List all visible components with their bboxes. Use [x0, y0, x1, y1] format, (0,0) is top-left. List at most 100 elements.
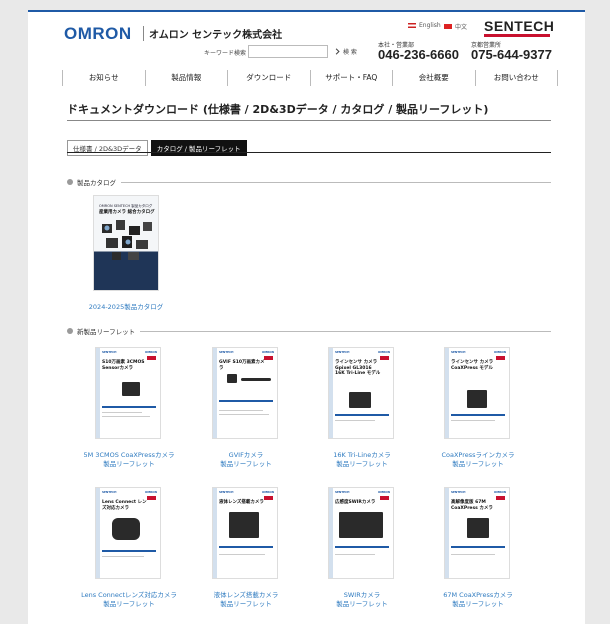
- leaflet-caption-sub[interactable]: 製品リーフレット: [65, 600, 193, 609]
- leaflet-caption[interactable]: 67M CoaXPressカメラ: [414, 591, 542, 600]
- section-bullet-icon: [67, 328, 73, 334]
- leaflet-brand-mark: SENTECH: [451, 350, 466, 354]
- leaflet-text-line: [451, 420, 495, 421]
- leaflet-caption-sub[interactable]: 製品リーフレット: [414, 460, 542, 469]
- nav-contact[interactable]: お問い合わせ: [474, 70, 558, 86]
- nav-support[interactable]: サポート・FAQ: [309, 70, 393, 86]
- leaflet-brand-mark: OMRON: [377, 350, 390, 354]
- leaflet-band: [335, 546, 389, 548]
- leaflet-heading: 液体レンズ搭載カメラ: [219, 500, 264, 505]
- leaflet-brand-mark: OMRON: [493, 490, 506, 494]
- leaflet-text-line: [451, 554, 495, 555]
- camera-image: [467, 390, 487, 408]
- lang-chinese-link[interactable]: 中文: [444, 22, 467, 31]
- nav-news[interactable]: お知らせ: [62, 70, 145, 86]
- leaflet-brand-mark: SENTECH: [219, 490, 234, 494]
- leaflet-caption[interactable]: GVIFカメラ: [182, 451, 310, 460]
- leaflet-side-band: [445, 348, 449, 438]
- leaflet-text-line: [219, 554, 265, 555]
- nav-products[interactable]: 製品情報: [144, 70, 228, 86]
- leaflet-thumbnail[interactable]: SENTECH OMRON GVIF S10万画素カメラ: [212, 347, 278, 439]
- leaflet-caption-sub[interactable]: 製品リーフレット: [182, 600, 310, 609]
- leaflet-thumbnail[interactable]: SENTECH OMRON 液体レンズ搭載カメラ: [212, 487, 278, 579]
- leaflet-heading: 広感度SWIRカメラ: [335, 500, 376, 505]
- lang-chinese-label: 中文: [455, 24, 468, 31]
- office1-tel: 046-236-6660: [378, 47, 459, 62]
- leaflet-section-header: 新製品リーフレット: [67, 326, 551, 336]
- catalog-section-header: 製品カタログ: [67, 177, 551, 187]
- leaflet-thumbnail[interactable]: SENTECH OMRON ラインセンサ カメラ CoaXPress モデル: [444, 347, 510, 439]
- leaflet-brand-mark: OMRON: [144, 350, 157, 354]
- camera-collage-image: [102, 220, 152, 260]
- search-input[interactable]: [248, 45, 328, 58]
- leaflet-heading: Lens Connect レンズ対応カメラ: [102, 500, 147, 511]
- tab-spec-data[interactable]: 仕様書 / 2D&3Dデータ: [67, 140, 148, 156]
- leaflet-brand-mark: SENTECH: [219, 350, 234, 354]
- china-flag-icon: [444, 24, 452, 29]
- leaflet-text-line: [335, 420, 375, 421]
- lang-english-link[interactable]: English: [408, 22, 441, 29]
- leaflet-text-line: [219, 410, 263, 411]
- leaflet-side-band: [329, 348, 333, 438]
- leaflet-band: [451, 414, 505, 416]
- catalog-cover: OMRON SENTECH 製品カタログ 産業用カメラ 総合カタログ: [94, 196, 158, 290]
- leaflet-caption-sub[interactable]: 製品リーフレット: [414, 600, 542, 609]
- leaflet-brand-mark: OMRON: [261, 490, 274, 494]
- office2-tel: 075-644-9377: [471, 47, 552, 62]
- leaflet-thumbnail[interactable]: SENTECH OMRON ラインセンサ カメラ Gpixel GL3016 1…: [328, 347, 394, 439]
- leaflet-brand-mark: OMRON: [493, 350, 506, 354]
- section-bullet-icon: [67, 179, 73, 185]
- leaflet-thumbnail[interactable]: SENTECH OMRON S10万画素 3CMOS Sensorカメラ: [95, 347, 161, 439]
- camera-image: [122, 382, 140, 396]
- tab-bar: 仕様書 / 2D&3Dデータ カタログ / 製品リーフレット: [67, 140, 247, 156]
- leaflet-caption-sub[interactable]: 製品リーフレット: [182, 460, 310, 469]
- page-title: ドキュメントダウンロード (仕様書 / 2D&3Dデータ / カタログ / 製品…: [67, 103, 489, 116]
- leaflet-thumbnail[interactable]: SENTECH OMRON Lens Connect レンズ対応カメラ: [95, 487, 161, 579]
- leaflet-band: [219, 546, 273, 548]
- leaflet-caption[interactable]: 液体レンズ搭載カメラ: [182, 591, 310, 600]
- nav-company[interactable]: 会社概要: [392, 70, 475, 86]
- leaflet-thumbnail[interactable]: SENTECH OMRON 広感度SWIRカメラ: [328, 487, 394, 579]
- catalog-section-title: 製品カタログ: [77, 179, 116, 187]
- cover-title: 産業用カメラ 総合カタログ: [99, 210, 155, 215]
- leaflet-band: [335, 414, 389, 416]
- catalog-cover-thumbnail[interactable]: OMRON SENTECH 製品カタログ 産業用カメラ 総合カタログ: [93, 195, 159, 291]
- leaflet-caption[interactable]: 16K Tri-Lineカメラ: [298, 451, 426, 460]
- tab-divider: [67, 152, 551, 153]
- leaflet-brand-mark: SENTECH: [102, 490, 117, 494]
- leaflet-text-line: [335, 554, 375, 555]
- new-badge-icon: [264, 356, 273, 360]
- title-divider: [67, 120, 551, 121]
- leaflet-caption[interactable]: 5M 3CMOS CoaXPressカメラ: [65, 451, 193, 460]
- leaflet-side-band: [329, 488, 333, 578]
- leaflet-heading: ラインセンサ カメラ Gpixel GL3016 16K Tri-Line モデ…: [335, 360, 381, 376]
- tab-catalog-leaflet[interactable]: カタログ / 製品リーフレット: [150, 140, 247, 156]
- uk-flag-icon: [408, 23, 416, 28]
- nav-download[interactable]: ダウンロード: [227, 70, 310, 86]
- leaflet-caption[interactable]: SWIRカメラ: [298, 591, 426, 600]
- new-badge-icon: [147, 356, 156, 360]
- leaflet-thumbnail[interactable]: SENTECH OMRON 高解像度版 67M CoaXPress カメラ: [444, 487, 510, 579]
- section-rule: [121, 181, 551, 183]
- new-badge-icon: [380, 496, 389, 500]
- leaflet-band: [102, 550, 156, 552]
- leaflet-caption-sub[interactable]: 製品リーフレット: [298, 600, 426, 609]
- leaflet-caption[interactable]: Lens Connectレンズ対応カメラ: [65, 591, 193, 600]
- leaflet-caption-sub[interactable]: 製品リーフレット: [298, 460, 426, 469]
- leaflet-text-line: [102, 412, 142, 413]
- leaflet-side-band: [445, 488, 449, 578]
- omron-logo[interactable]: OMRON: [64, 24, 132, 44]
- sentech-logo[interactable]: SENTECH: [484, 18, 554, 34]
- catalog-caption[interactable]: 2024-2025製品カタログ: [62, 303, 190, 312]
- leaflet-text-line: [219, 414, 269, 415]
- sentech-logo-bar: [484, 34, 550, 37]
- chevron-right-icon: [335, 48, 340, 55]
- new-badge-icon: [147, 496, 156, 500]
- search-button[interactable]: 検 索: [334, 47, 357, 56]
- leaflet-heading: ラインセンサ カメラ CoaXPress モデル: [451, 360, 494, 371]
- camera-image: [227, 374, 237, 383]
- leaflet-caption[interactable]: CoaXPressラインカメラ: [414, 451, 542, 460]
- search-button-label: 検 索: [343, 49, 357, 56]
- lens-image: [112, 518, 140, 540]
- leaflet-caption-sub[interactable]: 製品リーフレット: [65, 460, 193, 469]
